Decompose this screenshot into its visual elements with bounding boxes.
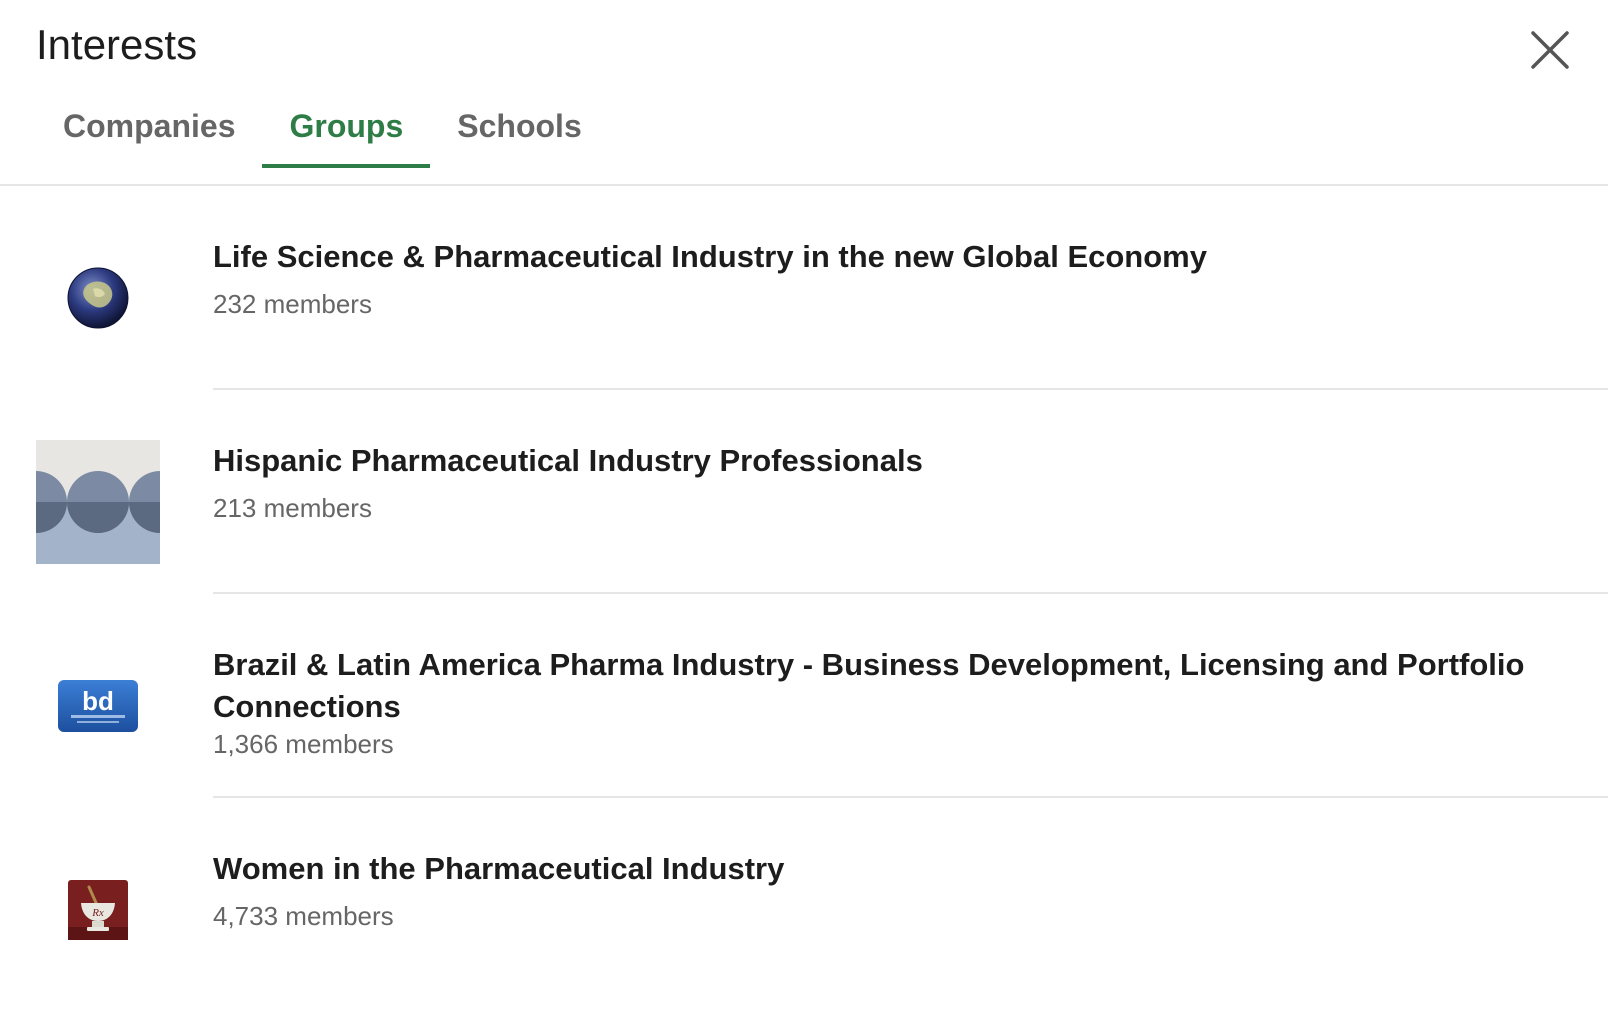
tab-companies[interactable]: Companies: [36, 100, 262, 164]
group-logo[interactable]: [36, 236, 160, 360]
list-item[interactable]: Rx Women in the Pharmaceutical Industry …: [0, 798, 1608, 1002]
tab-schools[interactable]: Schools: [430, 100, 608, 164]
group-logo[interactable]: bd: [36, 644, 160, 768]
group-name[interactable]: Women in the Pharmaceutical Industry: [213, 848, 1543, 890]
tab-groups[interactable]: Groups: [262, 100, 431, 168]
member-count: 1,366 members: [213, 729, 394, 759]
bd-logo: bd: [58, 680, 138, 732]
group-logo[interactable]: [36, 440, 160, 564]
modal-title: Interests: [36, 21, 198, 68]
interest-tabs: Companies Groups Schools: [36, 100, 609, 170]
mortar-pestle-logo: Rx: [68, 880, 128, 940]
svg-text:Rx: Rx: [91, 907, 104, 919]
member-count: 232 members: [213, 289, 372, 319]
group-logo[interactable]: Rx: [36, 848, 160, 972]
close-icon: [1531, 31, 1569, 69]
list-item[interactable]: bd Brazil & Latin America Pharma Industr…: [0, 594, 1608, 798]
circles-pattern-logo: [36, 440, 160, 564]
list-item[interactable]: Hispanic Pharmaceutical Industry Profess…: [0, 390, 1608, 594]
group-name[interactable]: Hispanic Pharmaceutical Industry Profess…: [213, 440, 1543, 482]
bd-logo-text: bd: [82, 686, 114, 716]
list-item[interactable]: Life Science & Pharmaceutical Industry i…: [0, 186, 1608, 390]
close-button[interactable]: [1520, 20, 1580, 80]
globe-logo: [67, 267, 129, 329]
group-name[interactable]: Brazil & Latin America Pharma Industry -…: [213, 644, 1543, 728]
member-count: 4,733 members: [213, 901, 394, 931]
interests-modal: Interests Companies Groups Schools Life …: [0, 0, 1608, 1016]
modal-header: Interests Companies Groups Schools: [0, 0, 1608, 186]
member-count: 213 members: [213, 493, 372, 523]
groups-list: Life Science & Pharmaceutical Industry i…: [0, 186, 1608, 1002]
group-name[interactable]: Life Science & Pharmaceutical Industry i…: [213, 236, 1543, 278]
